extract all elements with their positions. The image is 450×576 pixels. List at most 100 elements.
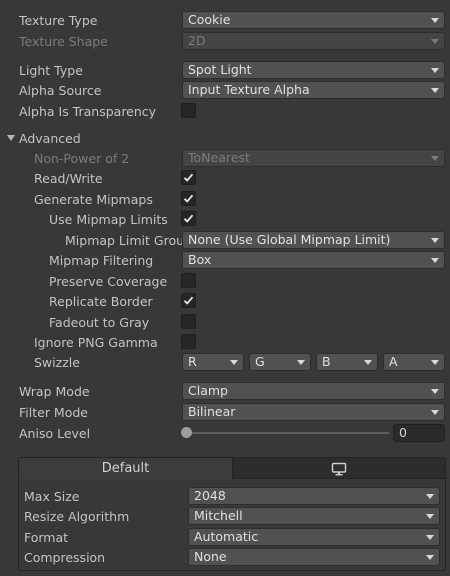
texture-type-row: Texture Type Cookie	[0, 11, 450, 31]
ignore-png-gamma-checkbox[interactable]	[181, 334, 196, 349]
filter-mode-label: Filter Mode	[19, 405, 88, 420]
format-dropdown[interactable]: Automatic	[188, 528, 440, 546]
light-type-dropdown[interactable]: Spot Light	[182, 61, 445, 79]
monitor-icon	[331, 462, 347, 476]
resize-algorithm-label: Resize Algorithm	[24, 509, 130, 524]
max-size-dropdown[interactable]: 2048	[188, 487, 440, 505]
compression-label: Compression	[24, 550, 106, 565]
alpha-source-label: Alpha Source	[19, 83, 102, 98]
swizzle-g-dropdown[interactable]: G	[249, 353, 311, 371]
swizzle-label: Swizzle	[34, 355, 80, 370]
non-power-of-2-value: ToNearest	[188, 150, 250, 165]
mipmap-limit-group-value: None (Use Global Mipmap Limit)	[188, 232, 391, 247]
light-type-value: Spot Light	[188, 62, 252, 77]
swizzle-r-value: R	[188, 354, 197, 369]
preserve-coverage-label: Preserve Coverage	[49, 274, 168, 289]
resize-algorithm-row: Resize Algorithm Mitchell	[19, 507, 445, 527]
ignore-png-gamma-row: Ignore PNG Gamma	[0, 333, 450, 353]
format-value: Automatic	[194, 529, 259, 544]
chevron-down-icon	[431, 410, 439, 415]
aniso-level-slider-track[interactable]	[186, 432, 389, 434]
chevron-down-icon	[426, 555, 434, 560]
alpha-source-value: Input Texture Alpha	[188, 82, 310, 97]
chevron-down-icon	[426, 514, 434, 519]
alpha-is-transparency-label: Alpha Is Transparency	[19, 104, 157, 119]
swizzle-a-value: A	[389, 354, 398, 369]
chevron-down-icon	[431, 360, 439, 365]
texture-type-dropdown[interactable]: Cookie	[182, 11, 445, 29]
aniso-level-row: Aniso Level 0	[0, 424, 450, 444]
mipmap-filtering-value: Box	[188, 252, 212, 267]
use-mipmap-limits-row: Use Mipmap Limits	[0, 210, 450, 230]
chevron-down-icon	[431, 39, 439, 44]
mipmap-limit-group-label: Mipmap Limit Group	[65, 233, 192, 248]
tab-default[interactable]: Default	[19, 458, 233, 479]
chevron-down-icon	[364, 360, 372, 365]
chevron-down-icon	[297, 360, 305, 365]
format-row: Format Automatic	[19, 528, 445, 548]
replicate-border-label: Replicate Border	[49, 294, 153, 309]
alpha-source-row: Alpha Source Input Texture Alpha	[0, 81, 450, 101]
resize-algorithm-value: Mitchell	[194, 508, 243, 523]
chevron-down-icon	[230, 360, 238, 365]
swizzle-a-dropdown[interactable]: A	[383, 353, 445, 371]
light-type-label: Light Type	[19, 63, 83, 78]
checkmark-icon	[183, 296, 194, 305]
resize-algorithm-dropdown[interactable]: Mitchell	[188, 507, 440, 525]
mipmap-filtering-dropdown[interactable]: Box	[182, 251, 445, 269]
max-size-label: Max Size	[24, 489, 80, 504]
read-write-label: Read/Write	[34, 171, 103, 186]
aniso-level-slider-thumb[interactable]	[181, 427, 192, 438]
chevron-down-icon	[431, 389, 439, 394]
tab-standalone[interactable]	[233, 458, 445, 479]
wrap-mode-dropdown[interactable]: Clamp	[182, 382, 445, 400]
wrap-mode-label: Wrap Mode	[19, 384, 90, 399]
compression-value: None	[194, 549, 227, 564]
non-power-of-2-dropdown: ToNearest	[182, 149, 445, 167]
filter-mode-row: Filter Mode Bilinear	[0, 403, 450, 423]
replicate-border-checkbox[interactable]	[181, 293, 196, 308]
texture-shape-dropdown: 2D	[182, 32, 445, 50]
read-write-checkbox[interactable]	[181, 170, 196, 185]
non-power-of-2-label: Non-Power of 2	[34, 151, 130, 166]
use-mipmap-limits-label: Use Mipmap Limits	[49, 212, 168, 227]
chevron-down-icon	[431, 238, 439, 243]
platform-tab-bar: Default	[19, 458, 445, 480]
ignore-png-gamma-label: Ignore PNG Gamma	[34, 335, 158, 350]
aniso-level-label: Aniso Level	[19, 426, 91, 441]
generate-mipmaps-row: Generate Mipmaps	[0, 190, 450, 210]
mipmap-filtering-label: Mipmap Filtering	[49, 253, 154, 268]
compression-row: Compression None	[19, 548, 445, 568]
swizzle-b-dropdown[interactable]: B	[316, 353, 378, 371]
texture-type-label: Texture Type	[19, 13, 98, 28]
non-power-of-2-row: Non-Power of 2 ToNearest	[0, 149, 450, 169]
light-type-row: Light Type Spot Light	[0, 61, 450, 81]
advanced-foldout[interactable]: Advanced	[0, 129, 450, 149]
fadeout-to-gray-row: Fadeout to Gray	[0, 313, 450, 333]
use-mipmap-limits-checkbox[interactable]	[181, 211, 196, 226]
alpha-source-dropdown[interactable]: Input Texture Alpha	[182, 81, 445, 99]
fadeout-to-gray-checkbox[interactable]	[181, 314, 196, 329]
mipmap-limit-group-dropdown[interactable]: None (Use Global Mipmap Limit)	[182, 231, 445, 249]
texture-shape-label: Texture Shape	[19, 34, 108, 49]
chevron-down-icon	[431, 156, 439, 161]
preserve-coverage-row: Preserve Coverage	[0, 272, 450, 292]
read-write-row: Read/Write	[0, 169, 450, 189]
mipmap-filtering-row: Mipmap Filtering Box	[0, 251, 450, 271]
foldout-arrow-icon	[7, 135, 15, 141]
swizzle-row: Swizzle R G B A	[0, 353, 450, 373]
swizzle-r-dropdown[interactable]: R	[182, 353, 244, 371]
wrap-mode-row: Wrap Mode Clamp	[0, 382, 450, 402]
fadeout-to-gray-label: Fadeout to Gray	[49, 315, 150, 330]
swizzle-g-value: G	[255, 354, 265, 369]
alpha-is-transparency-checkbox[interactable]	[181, 103, 196, 118]
generate-mipmaps-checkbox[interactable]	[181, 191, 196, 206]
compression-dropdown[interactable]: None	[188, 548, 440, 566]
preserve-coverage-checkbox[interactable]	[181, 273, 196, 288]
filter-mode-dropdown[interactable]: Bilinear	[182, 403, 445, 421]
aniso-level-input[interactable]: 0	[393, 424, 445, 442]
chevron-down-icon	[426, 494, 434, 499]
chevron-down-icon	[426, 535, 434, 540]
texture-shape-value: 2D	[188, 33, 206, 48]
generate-mipmaps-label: Generate Mipmaps	[34, 192, 153, 207]
